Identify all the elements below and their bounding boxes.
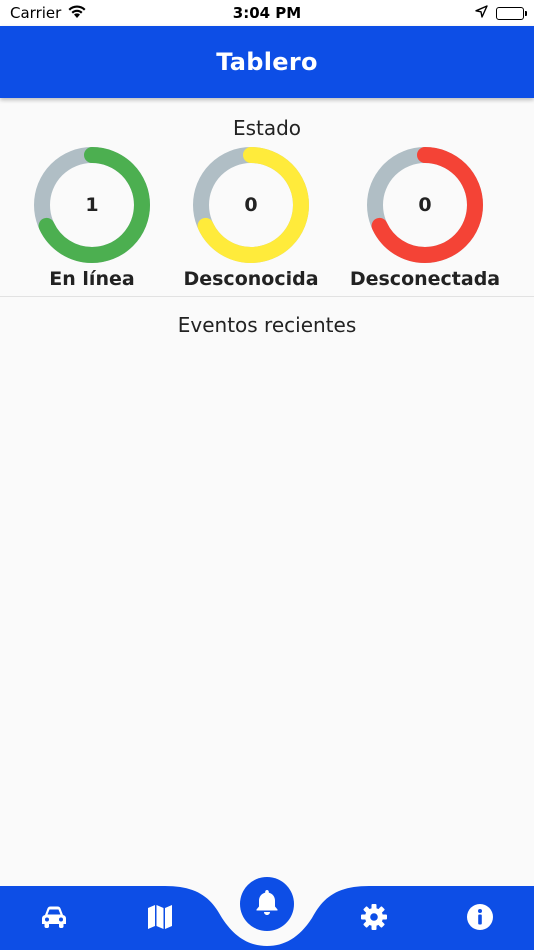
page-title: Tablero (216, 48, 318, 76)
app-bar: Tablero (0, 26, 534, 98)
nav-info-button[interactable] (465, 904, 495, 934)
wifi-icon (67, 4, 87, 23)
online-count: 1 (85, 194, 99, 216)
offline-label: Desconectada (349, 268, 501, 290)
status-right (475, 4, 527, 22)
carrier-label: Carrier (10, 4, 62, 22)
gear-icon (360, 903, 388, 935)
gauge-unknown[interactable]: 0 Desconocida (161, 146, 341, 296)
unknown-label: Desconocida (183, 268, 319, 290)
unknown-count: 0 (244, 194, 258, 216)
location-arrow-icon (475, 4, 488, 22)
battery-icon (496, 6, 527, 20)
online-label: En línea (49, 268, 135, 290)
events-section-title: Eventos recientes (177, 313, 357, 337)
gauge-offline[interactable]: 0 Desconectada (335, 146, 515, 296)
status-left: Carrier (10, 4, 87, 23)
status-section-title: Estado (232, 116, 302, 140)
section-divider (0, 296, 534, 297)
bottom-nav (0, 877, 534, 950)
online-gauge-ring: 1 (33, 146, 151, 264)
info-icon (466, 903, 494, 935)
nav-notifications-button[interactable] (240, 877, 294, 931)
nav-settings-button[interactable] (359, 904, 389, 934)
status-bar: Carrier 3:04 PM (0, 0, 534, 26)
bell-icon (254, 888, 280, 920)
offline-gauge-ring: 0 (366, 146, 484, 264)
nav-map-button[interactable] (145, 904, 175, 934)
car-icon (40, 905, 68, 933)
offline-count: 0 (418, 194, 432, 216)
map-icon (146, 904, 174, 934)
unknown-gauge-ring: 0 (192, 146, 310, 264)
events-list (0, 345, 534, 875)
gauge-online[interactable]: 1 En línea (2, 146, 182, 296)
nav-vehicles-button[interactable] (39, 904, 69, 934)
